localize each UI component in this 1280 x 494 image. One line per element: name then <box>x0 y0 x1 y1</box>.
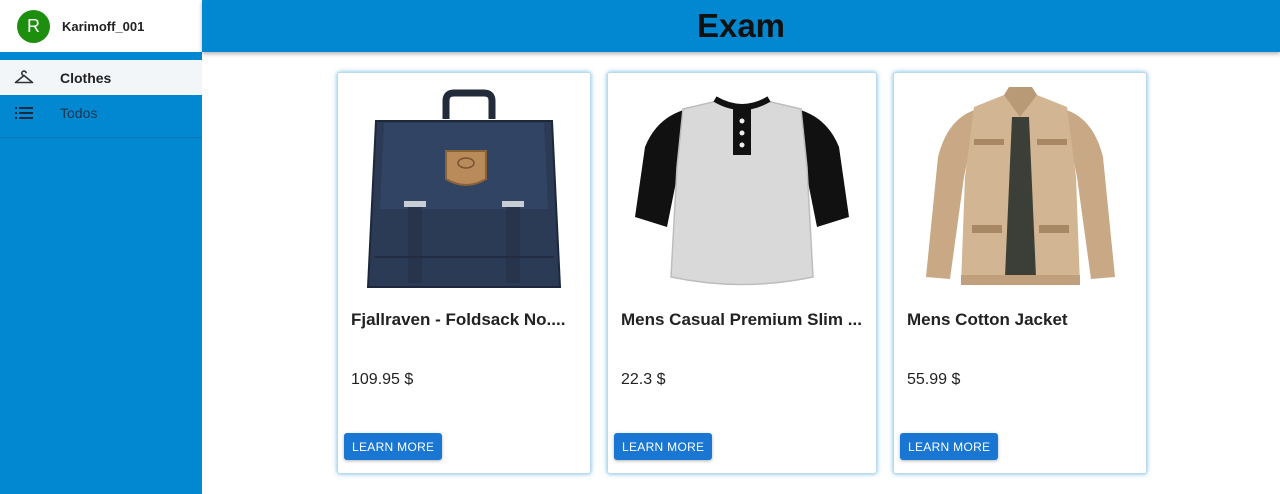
learn-more-button[interactable]: LEARN MORE <box>900 433 999 460</box>
product-price: 22.3 $ <box>621 371 666 388</box>
product-title: Fjallraven - Foldsack No.... <box>351 310 566 329</box>
app-header: Exam <box>202 0 1280 52</box>
product-card: Fjallraven - Foldsack No.... 109.95 $ LE… <box>337 72 591 474</box>
product-image <box>894 83 1146 295</box>
avatar[interactable]: R <box>17 9 50 43</box>
learn-more-button[interactable]: LEARN MORE <box>344 433 443 460</box>
product-title: Mens Casual Premium Slim ... <box>621 310 862 329</box>
product-price: 109.95 $ <box>351 371 414 388</box>
product-image <box>608 83 876 295</box>
sidebar: R Karimoff_001 Clothes Todos <box>0 0 202 494</box>
learn-more-button[interactable]: LEARN MORE <box>614 433 713 460</box>
divider <box>0 137 202 138</box>
product-title: Mens Cotton Jacket <box>907 310 1068 329</box>
hanger-icon <box>14 68 34 88</box>
list-icon <box>14 103 34 123</box>
sidebar-item-clothes[interactable]: Clothes <box>0 60 202 95</box>
product-price: 55.99 $ <box>907 371 961 388</box>
product-card: Mens Cotton Jacket 55.99 $ LEARN MORE <box>893 72 1147 474</box>
product-card: Mens Casual Premium Slim ... 22.3 $ LEAR… <box>607 72 877 474</box>
sidebar-item-todos[interactable]: Todos <box>0 95 202 130</box>
user-profile: R Karimoff_001 <box>0 0 202 52</box>
sidebar-item-label: Clothes <box>60 69 112 86</box>
username: Karimoff_001 <box>62 18 145 34</box>
sidebar-item-label: Todos <box>60 104 98 121</box>
page-title: Exam <box>696 7 786 44</box>
product-image <box>338 83 590 295</box>
